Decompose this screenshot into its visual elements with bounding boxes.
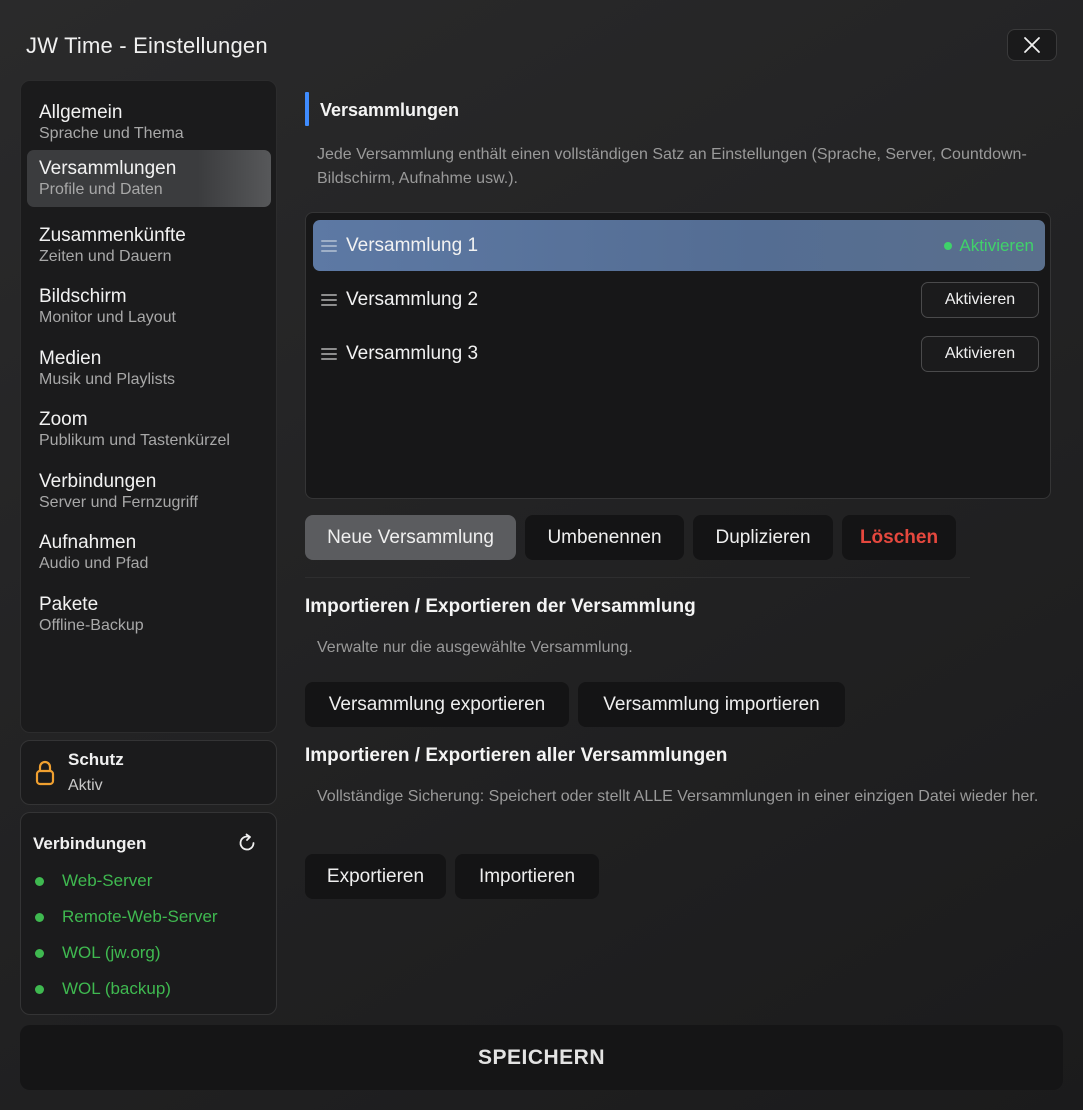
sidebar-item-sublabel: Server und Fernzugriff [39, 494, 198, 511]
connection-item-wol-backup: WOL (backup) [35, 978, 171, 1000]
sidebar-item-label: Verbindungen [39, 471, 157, 492]
sidebar-item-zoom[interactable]: Zoom Publikum und Tastenkürzel [27, 401, 271, 458]
connection-label: Web-Server [62, 871, 153, 890]
protection-status: Aktiv [68, 777, 103, 794]
sidebar-item-label: Zusammenkünfte [39, 225, 186, 246]
new-congregation-button[interactable]: Neue Versammlung [305, 515, 516, 560]
congregation-row-2[interactable]: Versammlung 2 Aktivieren [313, 274, 1045, 325]
drag-handle-icon[interactable] [321, 239, 337, 252]
sidebar-item-versammlungen[interactable]: Versammlungen Profile und Daten [27, 150, 271, 207]
sidebar-nav: Allgemein Sprache und Thema Versammlunge… [20, 80, 277, 733]
sidebar-item-label: Zoom [39, 409, 88, 430]
sidebar-item-sublabel: Publikum und Tastenkürzel [39, 432, 230, 449]
connection-item-wol-jworg: WOL (jw.org) [35, 942, 161, 964]
connections-title: Verbindungen [33, 834, 147, 853]
sidebar-item-label: Versammlungen [39, 158, 177, 179]
sidebar-item-sublabel: Musik und Playlists [39, 371, 176, 388]
drag-handle-icon[interactable] [321, 293, 337, 306]
active-status: Aktivieren [944, 236, 1034, 256]
connections-panel: Verbindungen Web-Server Remote-Web-Serve… [20, 812, 277, 1015]
sidebar-item-label: Aufnahmen [39, 532, 137, 553]
all-io-title: Importieren / Exportieren aller Versamml… [305, 745, 728, 766]
sidebar-item-pakete[interactable]: Pakete Offline-Backup [27, 586, 271, 643]
connection-item-remote-web-server: Remote-Web-Server [35, 906, 218, 928]
active-status-label: Aktivieren [959, 235, 1034, 255]
divider [305, 577, 970, 578]
activate-button[interactable]: Aktivieren [921, 335, 1039, 372]
import-all-button[interactable]: Importieren [455, 854, 599, 899]
sidebar-item-sublabel: Zeiten und Dauern [39, 248, 172, 265]
status-dot [35, 984, 44, 994]
sidebar-item-bildschirm[interactable]: Bildschirm Monitor und Layout [27, 278, 271, 335]
single-io-title: Importieren / Exportieren der Versammlun… [305, 596, 696, 617]
delete-button[interactable]: Löschen [842, 515, 956, 560]
status-dot [35, 948, 44, 958]
section-title: Versammlungen [320, 100, 460, 120]
import-congregation-button[interactable]: Versammlung importieren [578, 682, 845, 727]
export-congregation-button[interactable]: Versammlung exportieren [305, 682, 569, 727]
activate-button[interactable]: Aktivieren [921, 281, 1039, 318]
status-dot [35, 876, 44, 886]
close-button[interactable] [1007, 29, 1057, 61]
sidebar-item-label: Allgemein [39, 102, 123, 123]
congregation-name: Versammlung 1 [346, 234, 479, 256]
protection-title: Schutz [68, 750, 124, 769]
connection-label: WOL (jw.org) [62, 943, 161, 962]
sidebar-item-verbindungen[interactable]: Verbindungen Server und Fernzugriff [27, 463, 271, 520]
congregation-row-3[interactable]: Versammlung 3 Aktivieren [313, 328, 1045, 379]
congregation-name: Versammlung 2 [346, 288, 479, 310]
sidebar-item-sublabel: Monitor und Layout [39, 309, 176, 326]
sidebar-item-sublabel: Audio und Pfad [39, 555, 149, 572]
lock-icon [35, 760, 55, 786]
window-title: JW Time - Einstellungen [26, 33, 268, 58]
congregation-name: Versammlung 3 [346, 342, 479, 364]
connection-item-web-server: Web-Server [35, 870, 152, 892]
sidebar-item-label: Pakete [39, 594, 99, 615]
sidebar-item-sublabel: Offline-Backup [39, 617, 144, 634]
duplicate-button[interactable]: Duplizieren [693, 515, 833, 560]
section-accent-bar [305, 92, 309, 126]
save-button[interactable]: SPEICHERN [20, 1025, 1063, 1090]
congregation-list: Versammlung 1 Aktivieren Versammlung 2 A… [305, 212, 1051, 499]
congregation-row-1[interactable]: Versammlung 1 Aktivieren [313, 220, 1045, 271]
sidebar-item-label: Medien [39, 348, 102, 369]
close-icon [1024, 37, 1040, 53]
connection-label: Remote-Web-Server [62, 907, 218, 926]
refresh-icon[interactable] [236, 832, 258, 854]
sidebar-item-sublabel: Sprache und Thema [39, 125, 184, 142]
sidebar-item-medien[interactable]: Medien Musik und Playlists [27, 340, 271, 397]
sidebar-item-label: Bildschirm [39, 286, 127, 307]
rename-button[interactable]: Umbenennen [525, 515, 684, 560]
section-description: Jede Versammlung enthält einen vollständ… [317, 146, 1027, 187]
sidebar-item-aufnahmen[interactable]: Aufnahmen Audio und Pfad [27, 524, 271, 581]
drag-handle-icon[interactable] [321, 347, 337, 360]
sidebar-item-allgemein[interactable]: Allgemein Sprache und Thema [27, 94, 271, 151]
status-dot [35, 912, 44, 922]
protection-panel[interactable]: Schutz Aktiv [20, 740, 277, 805]
sidebar-item-sublabel: Profile und Daten [39, 181, 163, 198]
all-io-description: Vollständige Sicherung: Speichert oder s… [317, 788, 1039, 805]
single-io-description: Verwalte nur die ausgewählte Versammlung… [317, 639, 633, 656]
sidebar-item-zusammenkuenfte[interactable]: Zusammenkünfte Zeiten und Dauern [27, 217, 271, 274]
connection-label: WOL (backup) [62, 979, 171, 998]
active-dot-icon [944, 241, 953, 250]
export-all-button[interactable]: Exportieren [305, 854, 446, 899]
